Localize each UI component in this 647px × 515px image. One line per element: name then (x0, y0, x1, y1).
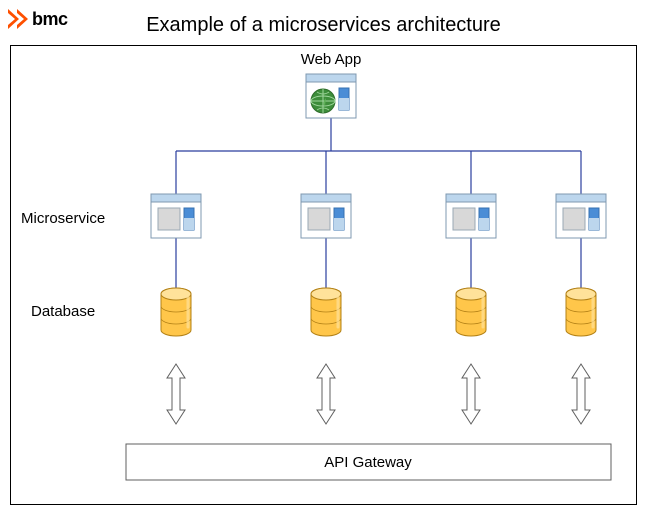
bidirectional-arrow-icon (462, 364, 480, 424)
database-row-label: Database (31, 303, 95, 320)
bidirectional-arrow-icon (317, 364, 335, 424)
microservice-node-icon (301, 194, 351, 238)
connectors (176, 118, 581, 288)
architecture-diagram: Web App Microservice Database API Gate (11, 46, 636, 504)
database-node-icon (566, 288, 596, 336)
bidirectional-arrow-icon (572, 364, 590, 424)
database-node-icon (161, 288, 191, 336)
webapp-label: Web App (301, 51, 362, 68)
database-node-icon (456, 288, 486, 336)
diagram-frame: Web App Microservice Database API Gate (10, 45, 637, 505)
microservice-node-icon (446, 194, 496, 238)
microservice-node-icon (556, 194, 606, 238)
bidirectional-arrow-icon (167, 364, 185, 424)
webapp-node-icon (306, 74, 356, 118)
database-node-icon (311, 288, 341, 336)
microservice-row-label: Microservice (21, 210, 105, 227)
microservice-node-icon (151, 194, 201, 238)
diagram-title: Example of a microservices architecture (0, 14, 647, 37)
api-gateway-label: API Gateway (324, 454, 412, 471)
